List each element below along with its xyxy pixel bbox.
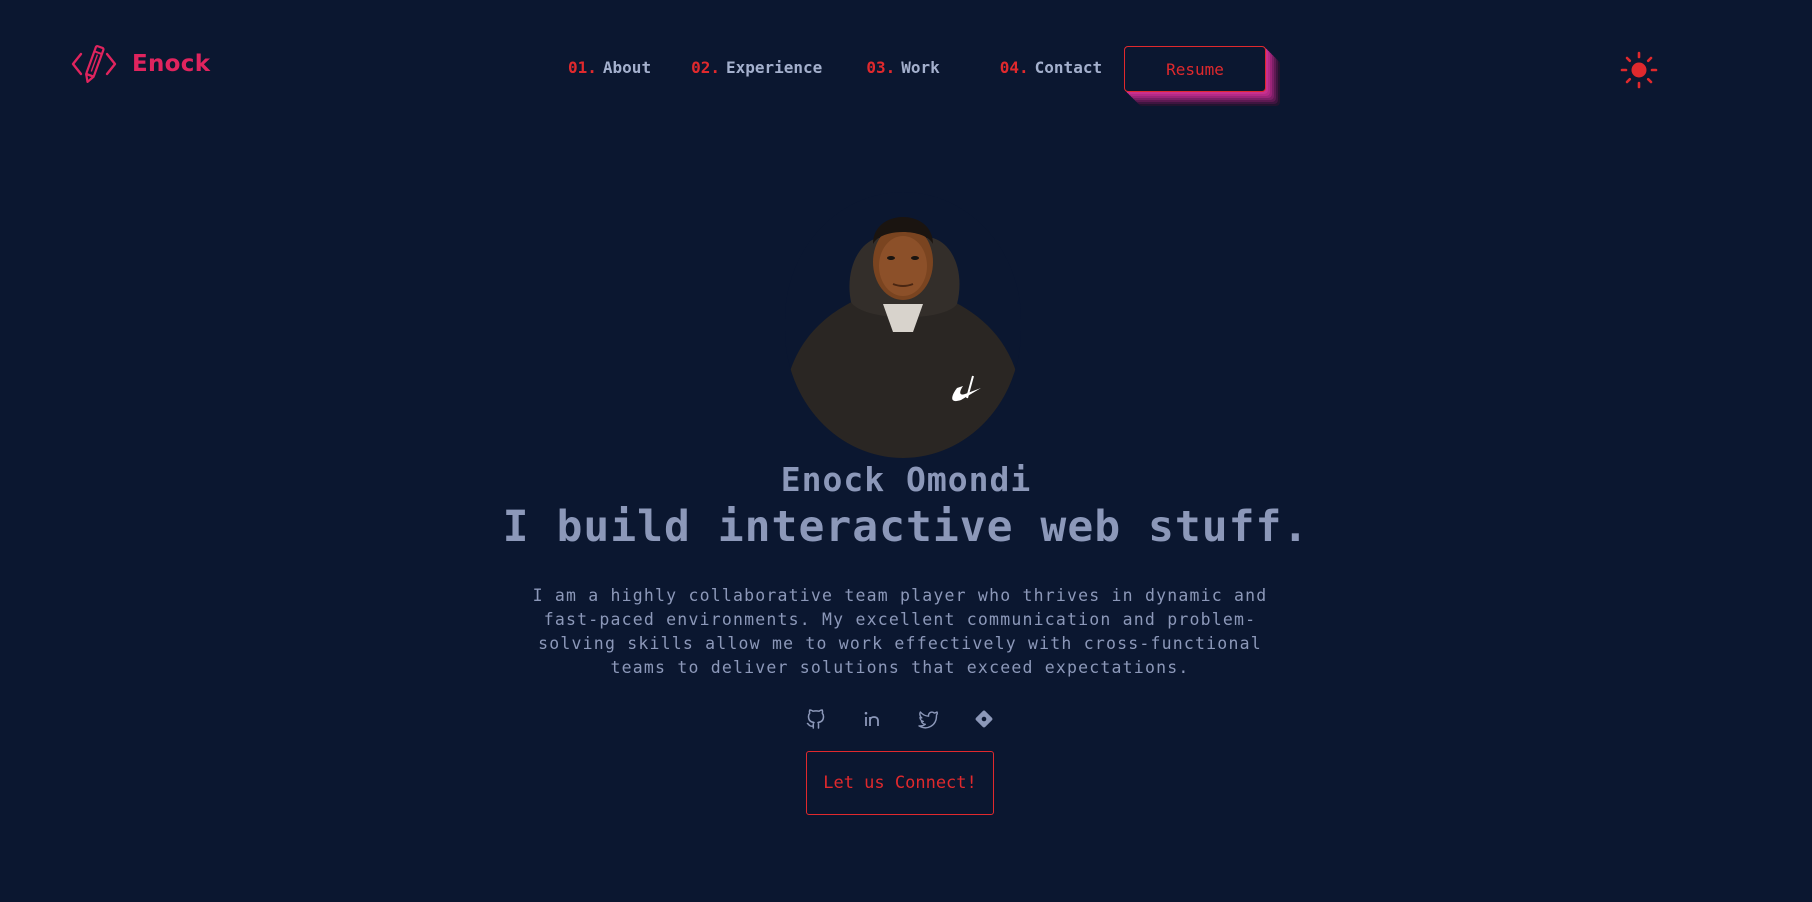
github-icon bbox=[806, 709, 825, 729]
nav-number: 01. bbox=[568, 58, 597, 77]
nav-number: 04. bbox=[999, 58, 1029, 77]
theme-toggle-button[interactable] bbox=[1620, 51, 1658, 89]
main-nav: 01. About 02. Experience 03. Work 04. Co… bbox=[568, 58, 1102, 77]
linkedin-icon bbox=[864, 711, 879, 726]
avatar bbox=[785, 192, 1021, 458]
nav-label: Contact bbox=[1034, 58, 1103, 77]
social-links bbox=[806, 709, 994, 729]
nav-item-about[interactable]: 01. About bbox=[568, 58, 651, 77]
nav-number: 03. bbox=[866, 58, 896, 77]
sun-icon bbox=[1620, 51, 1658, 89]
nav-item-work[interactable]: 03. Work bbox=[866, 58, 939, 77]
hero-name: Enock Omondi bbox=[780, 460, 1032, 499]
connect-button[interactable]: Let us Connect! bbox=[806, 751, 994, 815]
twitter-icon bbox=[918, 711, 939, 729]
nav-item-experience[interactable]: 02. Experience bbox=[691, 58, 822, 77]
resume-button-wrap: Resume bbox=[1124, 46, 1266, 92]
nav-number: 02. bbox=[691, 58, 720, 77]
twitter-link[interactable] bbox=[918, 709, 939, 729]
code-pencil-icon bbox=[70, 44, 118, 84]
git-link[interactable] bbox=[974, 709, 994, 729]
nav-label: Experience bbox=[725, 58, 823, 77]
brand-logo[interactable]: Enock bbox=[70, 44, 210, 84]
linkedin-link[interactable] bbox=[862, 709, 882, 729]
nav-label: Work bbox=[901, 58, 940, 77]
hero-bio: I am a highly collaborative team player … bbox=[532, 586, 1268, 677]
resume-button[interactable]: Resume bbox=[1124, 46, 1266, 92]
github-link[interactable] bbox=[806, 709, 826, 729]
brand-name: Enock bbox=[132, 51, 211, 77]
nav-label: About bbox=[602, 58, 652, 77]
hero-headline: I build interactive web stuff. bbox=[502, 502, 1310, 552]
git-icon bbox=[975, 710, 993, 728]
nav-item-contact[interactable]: 04. Contact bbox=[1000, 58, 1102, 77]
